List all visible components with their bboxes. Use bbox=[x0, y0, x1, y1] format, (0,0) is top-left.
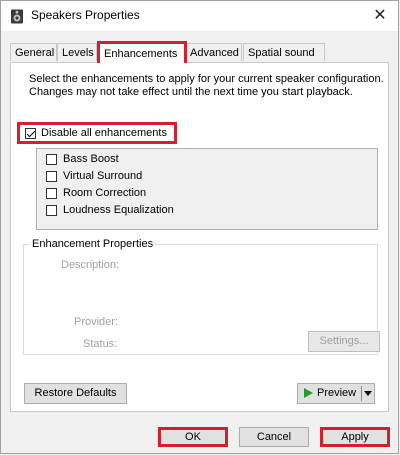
item-label: Bass Boost bbox=[63, 153, 119, 165]
restore-defaults-button[interactable]: Restore Defaults bbox=[24, 383, 127, 404]
tab-advanced[interactable]: Advanced bbox=[185, 43, 242, 61]
description-label: Description: bbox=[61, 259, 120, 271]
speakers-properties-dialog: Speakers Properties ✕ General Levels Enh… bbox=[0, 0, 399, 454]
speaker-app-icon bbox=[11, 9, 23, 24]
chevron-down-icon[interactable] bbox=[364, 391, 372, 396]
checkbox-icon bbox=[46, 188, 57, 199]
list-item-virtual-surround[interactable]: Virtual Surround bbox=[37, 169, 377, 185]
checkbox-icon bbox=[46, 205, 57, 216]
item-label: Virtual Surround bbox=[63, 170, 143, 182]
disable-all-label: Disable all enhancements bbox=[41, 127, 167, 139]
apply-button[interactable]: Apply bbox=[320, 427, 390, 447]
tab-general[interactable]: General bbox=[10, 43, 57, 61]
list-item-bass-boost[interactable]: Bass Boost bbox=[37, 152, 377, 168]
checkbox-icon bbox=[46, 171, 57, 182]
preview-label: Preview bbox=[317, 387, 357, 399]
status-label: Status: bbox=[83, 338, 118, 350]
play-icon bbox=[304, 388, 313, 398]
item-label: Loudness Equalization bbox=[63, 204, 174, 216]
settings-button[interactable]: Settings... bbox=[308, 331, 380, 352]
window-title: Speakers Properties bbox=[31, 8, 140, 22]
close-button[interactable]: ✕ bbox=[370, 6, 390, 26]
enhancements-list: Bass Boost Virtual Surround Room Correct… bbox=[36, 148, 378, 230]
provider-label: Provider: bbox=[74, 316, 119, 328]
intro-text: Select the enhancements to apply for you… bbox=[29, 73, 384, 98]
tab-levels[interactable]: Levels bbox=[57, 43, 97, 61]
checkbox-icon bbox=[46, 154, 57, 165]
group-title: Enhancement Properties bbox=[30, 238, 156, 250]
list-item-loudness-equalization[interactable]: Loudness Equalization bbox=[37, 203, 377, 219]
enhancement-properties-group: Enhancement Properties Description: Prov… bbox=[23, 238, 380, 355]
item-label: Room Correction bbox=[63, 187, 147, 199]
title-bar: Speakers Properties ✕ bbox=[1, 1, 398, 31]
tab-enhancements[interactable]: Enhancements bbox=[97, 41, 187, 63]
checkbox-checked-icon bbox=[25, 128, 36, 139]
tab-spatial-sound[interactable]: Spatial sound bbox=[243, 43, 325, 61]
preview-button[interactable]: Preview bbox=[297, 383, 375, 404]
ok-button[interactable]: OK bbox=[158, 427, 228, 447]
enhancements-panel: Select the enhancements to apply for you… bbox=[10, 62, 389, 412]
disable-all-enhancements-checkbox[interactable]: Disable all enhancements bbox=[17, 122, 177, 144]
close-icon: ✕ bbox=[373, 7, 387, 24]
split-divider bbox=[361, 386, 362, 401]
list-item-room-correction[interactable]: Room Correction bbox=[37, 186, 377, 202]
cancel-button[interactable]: Cancel bbox=[239, 427, 309, 447]
